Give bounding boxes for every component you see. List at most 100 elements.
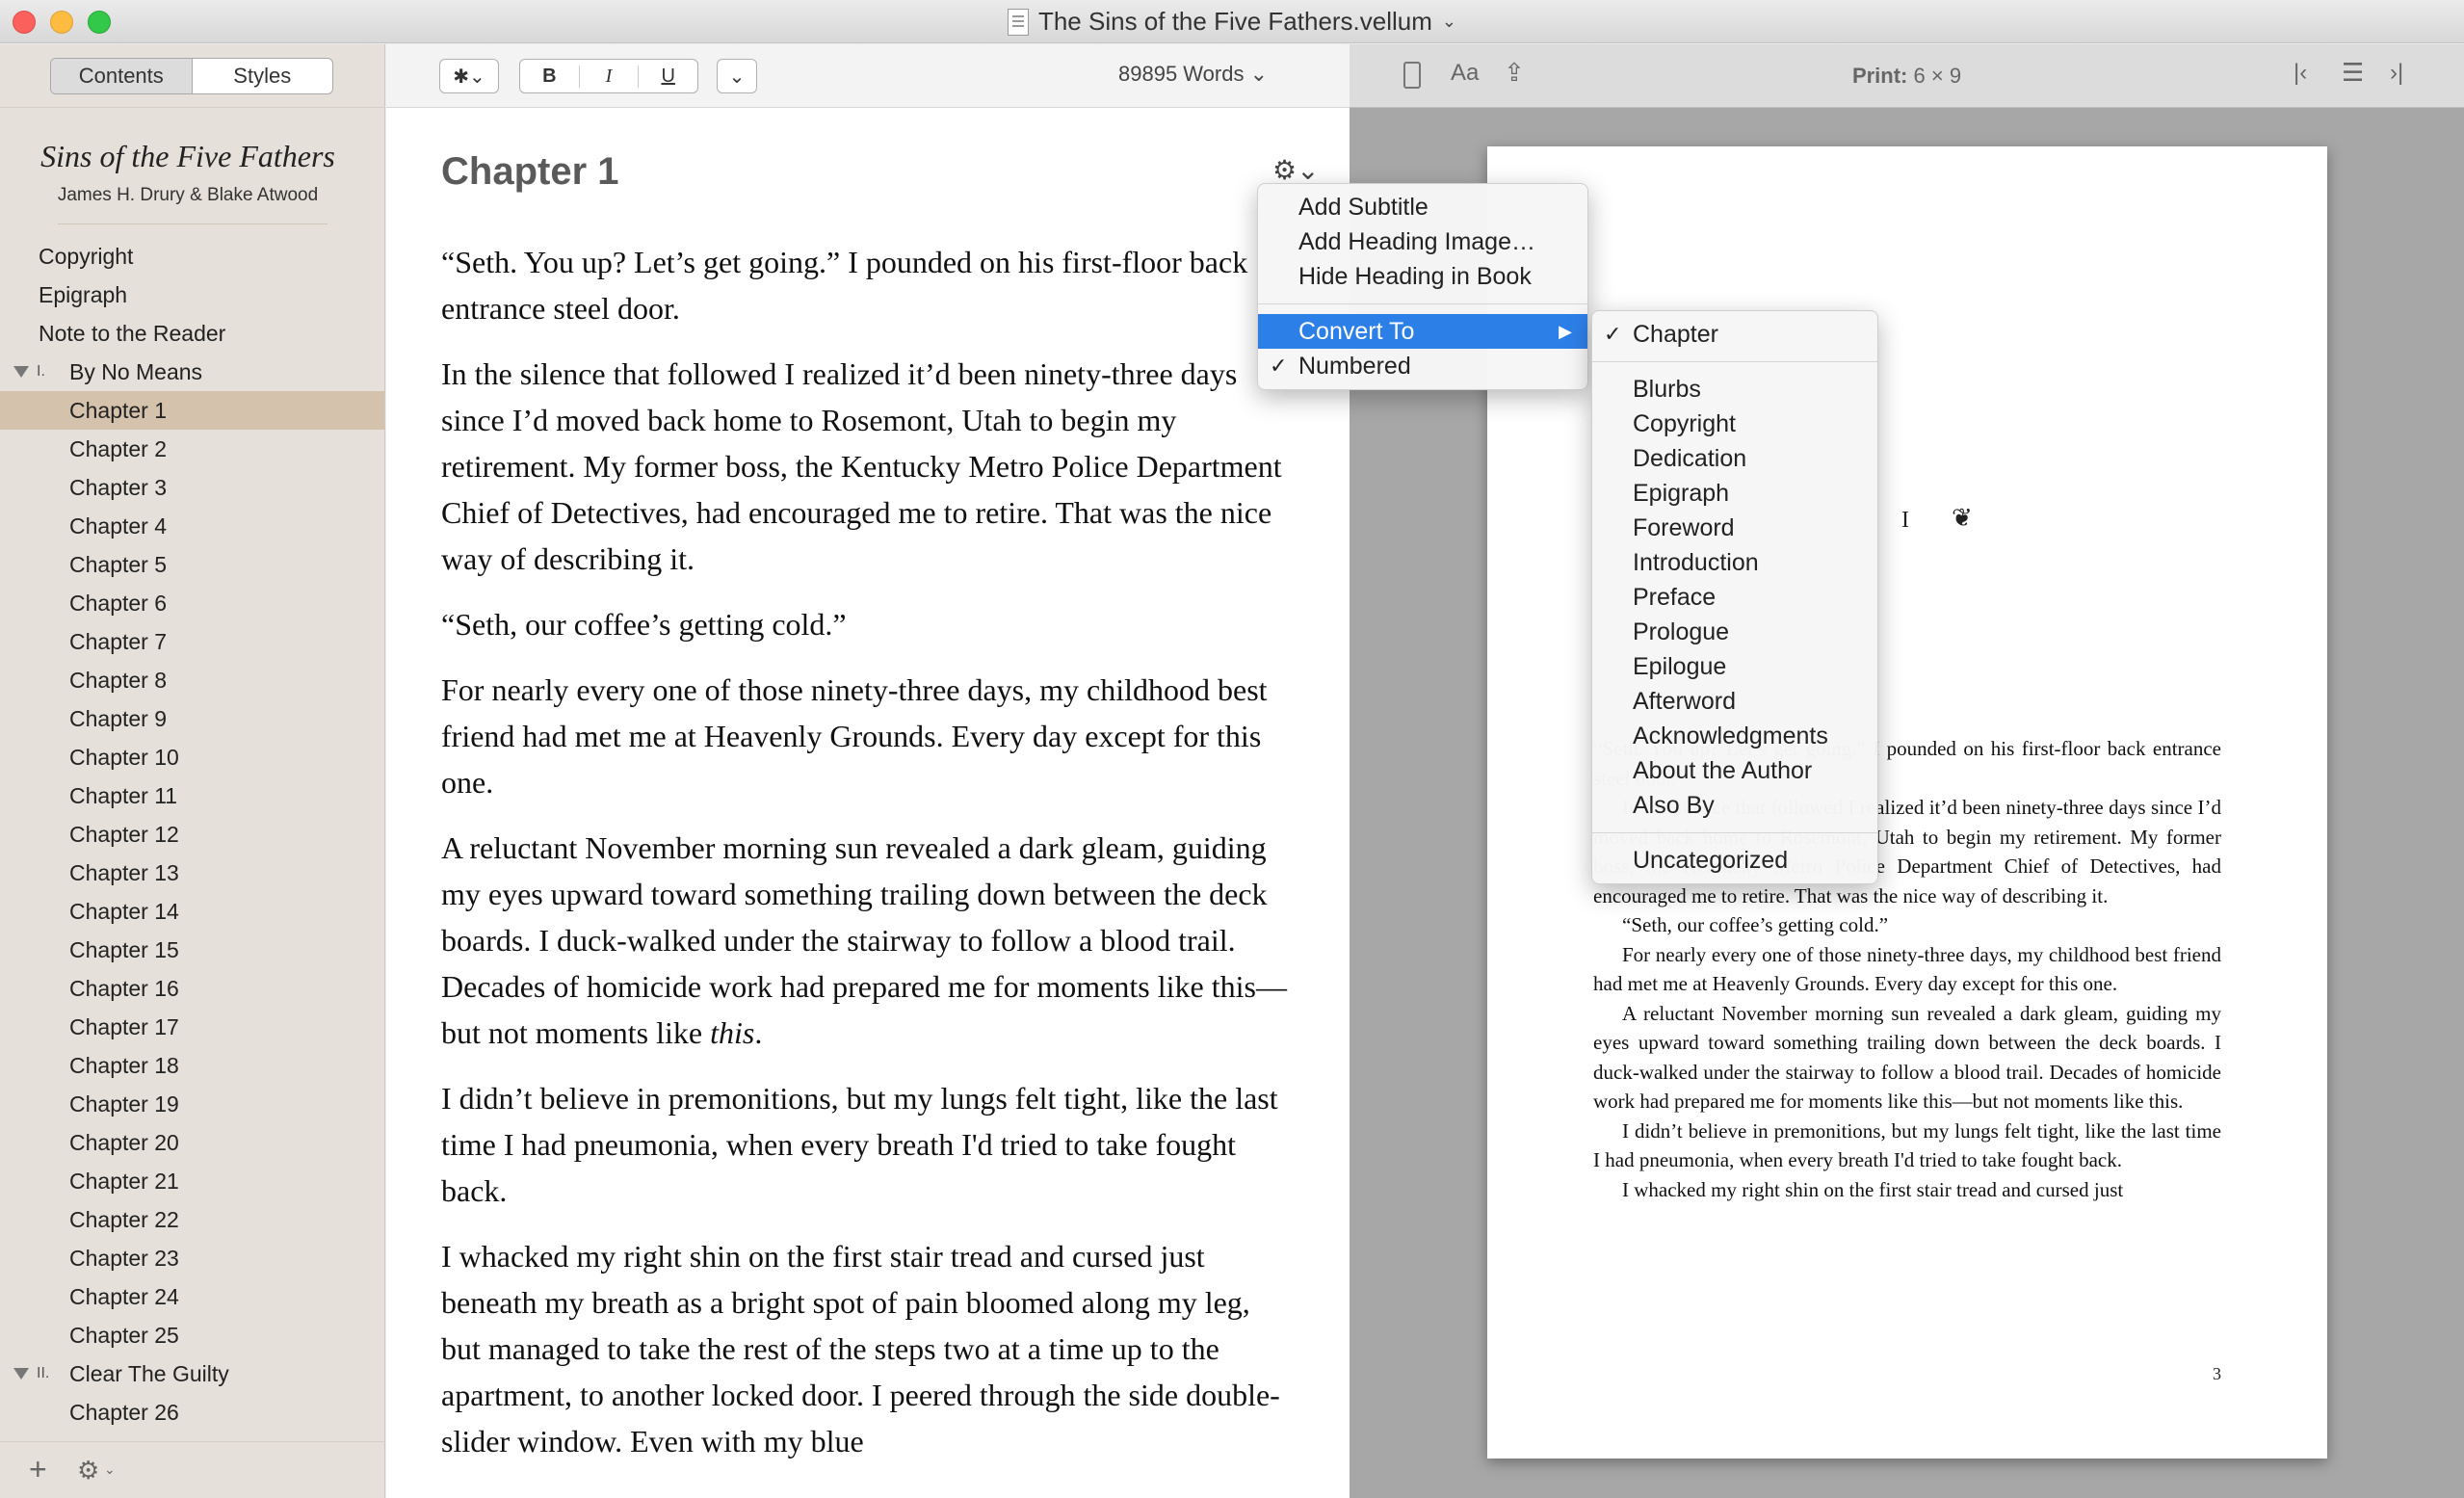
document-icon	[1007, 8, 1029, 36]
editor-paragraph[interactable]: “Seth, our coffee’s getting cold.”	[441, 601, 1289, 647]
tab-styles[interactable]: Styles	[193, 59, 333, 93]
editor-paragraph[interactable]: “Seth. You up? Let’s get going.” I pound…	[441, 239, 1289, 331]
sidebar-chapter-item[interactable]: Chapter 25	[0, 1316, 384, 1354]
sidebar-item-label: Chapter 3	[69, 474, 168, 500]
menu-item-chapter[interactable]: ✓ Chapter	[1592, 317, 1877, 352]
sidebar-chapter-item[interactable]: Chapter 22	[0, 1200, 384, 1239]
menu-item-dedication[interactable]: Dedication	[1592, 441, 1877, 476]
menu-item-preface[interactable]: Preface	[1592, 580, 1877, 615]
sidebar-item-label: Chapter 18	[69, 1052, 179, 1078]
editor-paragraph[interactable]: I didn’t believe in premonitions, but my…	[441, 1075, 1289, 1214]
menu-item-also-by[interactable]: Also By	[1592, 788, 1877, 823]
sidebar-item-label: Chapter 22	[69, 1206, 179, 1232]
first-page-icon[interactable]: |‹	[2294, 60, 2307, 87]
sidebar-item-label: Chapter 20	[69, 1129, 179, 1155]
sidebar-chapter-item[interactable]: Chapter 8	[0, 661, 384, 699]
sidebar-chapter-item[interactable]: Chapter 17	[0, 1008, 384, 1046]
sidebar-chapter-item[interactable]: Chapter 24	[0, 1277, 384, 1316]
bold-button[interactable]: B	[520, 65, 580, 88]
editor-text[interactable]: “Seth. You up? Let’s get going.” I pound…	[441, 239, 1289, 1484]
menu-item-afterword[interactable]: Afterword	[1592, 684, 1877, 719]
menu-item-epilogue[interactable]: Epilogue	[1592, 649, 1877, 684]
sidebar-chapter-item[interactable]: Chapter 1	[0, 391, 384, 430]
editor-paragraph[interactable]: A reluctant November morning sun reveale…	[441, 825, 1289, 1056]
list-icon[interactable]: ☰	[2342, 58, 2364, 88]
word-count[interactable]: 89895 Words ⌄	[1118, 62, 1268, 87]
submenu-arrow-icon: ▶	[1559, 322, 1572, 341]
sidebar-chapter-item[interactable]: Chapter 23	[0, 1239, 384, 1277]
sidebar-chapter-item[interactable]: Chapter 26	[0, 1393, 384, 1432]
menu-item-label: Convert To	[1298, 318, 1415, 345]
sidebar-chapter-item[interactable]: Chapter 13	[0, 854, 384, 892]
add-icon[interactable]: +	[29, 1452, 47, 1487]
menu-item-prologue[interactable]: Prologue	[1592, 615, 1877, 649]
sidebar-chapter-item[interactable]: Chapter 6	[0, 584, 384, 622]
sidebar-item-label: Chapter 4	[69, 512, 168, 539]
menu-item-blurbs[interactable]: Blurbs	[1592, 372, 1877, 407]
sidebar-chapter-item[interactable]: Chapter 18	[0, 1046, 384, 1085]
menu-item-add-heading-image[interactable]: Add Heading Image…	[1258, 224, 1587, 259]
italic-button[interactable]: I	[580, 65, 640, 88]
sidebar-front-matter-item[interactable]: Copyright	[0, 237, 384, 276]
book-title[interactable]: Sins of the Five Fathers	[0, 139, 376, 174]
chapter-heading[interactable]: Chapter 1	[441, 150, 619, 194]
sidebar-part-item[interactable]: I. By No Means	[0, 353, 384, 391]
menu-item-label: Numbered	[1298, 353, 1411, 380]
menu-item-introduction[interactable]: Introduction	[1592, 545, 1877, 580]
menu-item-add-subtitle[interactable]: Add Subtitle	[1258, 190, 1587, 224]
sidebar-chapter-item[interactable]: Chapter 14	[0, 892, 384, 931]
format-buttons: B I U	[519, 59, 698, 93]
sidebar-part-item[interactable]: II. Clear The Guilty	[0, 1354, 384, 1393]
menu-item-uncategorized[interactable]: Uncategorized	[1592, 843, 1877, 878]
sidebar-item-label: Chapter 15	[69, 936, 179, 962]
sidebar-item-label: Chapter 2	[69, 435, 168, 461]
sidebar-item-label: Chapter 9	[69, 705, 168, 731]
sidebar-chapter-item[interactable]: Chapter 5	[0, 545, 384, 584]
menu-item-acknowledgments[interactable]: Acknowledgments	[1592, 719, 1877, 753]
sidebar-front-matter-item[interactable]: Epigraph	[0, 276, 384, 314]
menu-item-epigraph[interactable]: Epigraph	[1592, 476, 1877, 511]
underline-button[interactable]: U	[639, 66, 697, 88]
gear-icon[interactable]: ⚙⌄	[1272, 154, 1320, 186]
sidebar-chapter-item[interactable]: Chapter 19	[0, 1085, 384, 1123]
sidebar-chapter-item[interactable]: Chapter 20	[0, 1123, 384, 1162]
tab-contents[interactable]: Contents	[51, 59, 193, 93]
menu-separator	[1258, 303, 1587, 304]
sidebar-chapter-item[interactable]: Chapter 11	[0, 776, 384, 815]
sidebar-chapter-item[interactable]: Chapter 15	[0, 931, 384, 969]
editor-paragraph[interactable]: In the silence that followed I realized …	[441, 351, 1289, 582]
sidebar-chapter-item[interactable]: Chapter 7	[0, 622, 384, 661]
disclosure-triangle-icon[interactable]	[13, 366, 29, 378]
menu-item-copyright[interactable]: Copyright	[1592, 407, 1877, 441]
sidebar-front-matter-item[interactable]: Note to the Reader	[0, 314, 384, 353]
sidebar-chapter-item[interactable]: Chapter 10	[0, 738, 384, 776]
sidebar-chapter-item[interactable]: Chapter 9	[0, 699, 384, 738]
preview-paragraph: A reluctant November morning sun reveale…	[1593, 1001, 2221, 1114]
sidebar-chapter-item[interactable]: Chapter 12	[0, 815, 384, 854]
convert-to-submenu: ✓ Chapter Blurbs Copyright Dedication Epigr…	[1591, 310, 1878, 884]
last-page-icon[interactable]: ›|	[2390, 60, 2403, 87]
menu-item-about-the-author[interactable]: About the Author	[1592, 753, 1877, 788]
editor-paragraph[interactable]: I whacked my right shin on the first sta…	[441, 1233, 1289, 1464]
sidebar-chapter-item[interactable]: Chapter 2	[0, 430, 384, 468]
menu-item-numbered[interactable]: ✓ Numbered	[1258, 349, 1587, 383]
window-title-group[interactable]: The Sins of the Five Fathers.vellum ⌄	[0, 0, 2464, 43]
sidebar-chapter-item[interactable]: Chapter 3	[0, 468, 384, 507]
menu-item-foreword[interactable]: Foreword	[1592, 511, 1877, 545]
menu-item-convert-to[interactable]: Convert To ▶	[1258, 314, 1587, 349]
sidebar-item-label: Chapter 10	[69, 744, 179, 770]
menu-item-hide-heading[interactable]: Hide Heading in Book	[1258, 259, 1587, 294]
sidebar-item-label: Chapter 26	[69, 1399, 179, 1425]
sidebar-chapter-item[interactable]: Chapter 16	[0, 969, 384, 1008]
style-menu-button[interactable]: ✱⌄	[439, 59, 499, 93]
sidebar-chapter-item[interactable]: Chapter 21	[0, 1162, 384, 1200]
sidebar-item-label: Epigraph	[39, 281, 128, 307]
title-bar: The Sins of the Five Fathers.vellum ⌄	[0, 0, 2464, 43]
sidebar-chapter-item[interactable]: Chapter 4	[0, 507, 384, 545]
checkmark-icon: ✓	[1604, 322, 1622, 346]
more-formatting-button[interactable]: ⌄	[717, 59, 757, 93]
gear-icon[interactable]: ⚙	[77, 1456, 99, 1485]
disclosure-triangle-icon[interactable]	[13, 1368, 29, 1380]
editor-paragraph[interactable]: For nearly every one of those ninety-thr…	[441, 667, 1289, 805]
menu-item-label: Chapter	[1633, 321, 1718, 348]
